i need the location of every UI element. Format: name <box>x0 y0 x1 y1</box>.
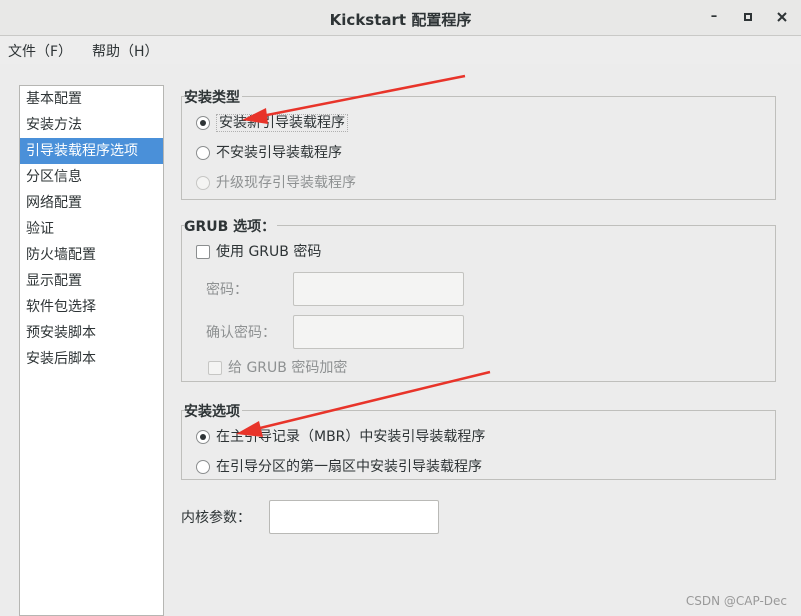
radio-button[interactable] <box>196 116 210 130</box>
sidebar-item-firewall[interactable]: 防火墙配置 <box>20 242 163 268</box>
radio-label: 安装新引导装载程序 <box>216 114 348 132</box>
radio-install-mbr[interactable]: 在主引导记录（MBR）中安装引导装载程序 <box>196 427 485 447</box>
menu-file[interactable]: 文件（F） <box>8 41 72 61</box>
sidebar-item-pre-script[interactable]: 预安装脚本 <box>20 320 163 346</box>
kernel-params-label: 内核参数： <box>181 510 251 526</box>
radio-button[interactable] <box>196 430 210 444</box>
sidebar-item-basic[interactable]: 基本配置 <box>20 86 163 112</box>
confirm-password-label: 确认密码： <box>206 325 276 341</box>
checkbox-label: 使用 GRUB 密码 <box>216 244 322 260</box>
watermark: CSDN @CAP-Dec <box>685 594 787 608</box>
menu-help[interactable]: 帮助（H） <box>92 41 159 61</box>
sidebar-item-packages[interactable]: 软件包选择 <box>20 294 163 320</box>
kernel-params-input[interactable] <box>269 500 439 534</box>
sidebar-item-network[interactable]: 网络配置 <box>20 190 163 216</box>
window-title: Kickstart 配置程序 <box>329 11 472 29</box>
sidebar-item-post-script[interactable]: 安装后脚本 <box>20 346 163 372</box>
sidebar-item-partition[interactable]: 分区信息 <box>20 164 163 190</box>
maximize-glyph <box>744 13 752 21</box>
radio-button[interactable] <box>196 460 210 474</box>
checkbox-encrypt-grub-password: 给 GRUB 密码加密 <box>208 358 347 378</box>
radio-label: 不安装引导装载程序 <box>216 145 342 161</box>
install-options-title: 安装选项 <box>184 401 242 421</box>
title-bar: Kickstart 配置程序 – <box>0 0 801 36</box>
radio-install-boot-partition[interactable]: 在引导分区的第一扇区中安装引导装载程序 <box>196 457 482 477</box>
checkbox-label: 给 GRUB 密码加密 <box>228 360 348 376</box>
sidebar-item-install-method[interactable]: 安装方法 <box>20 112 163 138</box>
checkbox[interactable] <box>196 245 210 259</box>
checkbox-use-grub-password[interactable]: 使用 GRUB 密码 <box>196 242 321 262</box>
radio-button <box>196 176 210 190</box>
confirm-password-field[interactable] <box>293 315 464 349</box>
password-label: 密码： <box>206 282 248 298</box>
close-glyph <box>777 12 787 22</box>
sidebar-item-auth[interactable]: 验证 <box>20 216 163 242</box>
sidebar-list: 基本配置 安装方法 引导装载程序选项 分区信息 网络配置 验证 防火墙配置 显示… <box>19 85 164 616</box>
radio-label: 在引导分区的第一扇区中安装引导装载程序 <box>216 459 482 475</box>
close-icon[interactable] <box>773 8 791 26</box>
sidebar-item-display[interactable]: 显示配置 <box>20 268 163 294</box>
radio-no-install[interactable]: 不安装引导装载程序 <box>196 143 342 163</box>
radio-install-new[interactable]: 安装新引导装载程序 <box>196 113 348 133</box>
install-type-title: 安装类型 <box>184 87 242 107</box>
radio-upgrade: 升级现存引导装载程序 <box>196 173 356 193</box>
maximize-icon[interactable] <box>739 8 757 26</box>
radio-label: 升级现存引导装载程序 <box>216 175 356 191</box>
sidebar-item-bootloader[interactable]: 引导装载程序选项 <box>20 138 163 164</box>
radio-button[interactable] <box>196 146 210 160</box>
menu-bar: 文件（F） 帮助（H） <box>0 36 801 64</box>
password-field[interactable] <box>293 272 464 306</box>
radio-label: 在主引导记录（MBR）中安装引导装载程序 <box>216 429 486 445</box>
checkbox <box>208 361 222 375</box>
minimize-icon[interactable]: – <box>705 8 723 26</box>
grub-options-title: GRUB 选项： <box>184 216 278 236</box>
